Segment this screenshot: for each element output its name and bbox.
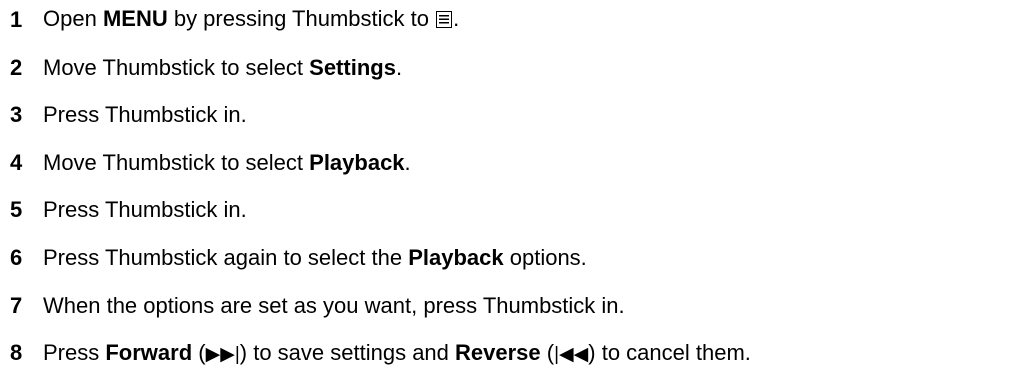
text-run: ) to save settings and bbox=[239, 340, 456, 365]
text-run: options. bbox=[503, 245, 587, 270]
settings-term: Settings bbox=[309, 55, 396, 80]
step-number: 8 bbox=[10, 340, 23, 365]
reverse-term: Reverse bbox=[455, 340, 541, 365]
step-number: 5 bbox=[10, 197, 23, 222]
step-4: 4 Move Thumbstick to select Playback. bbox=[0, 143, 411, 183]
step-text: Move Thumbstick to select Settings. bbox=[43, 57, 402, 79]
text-run: Open bbox=[43, 6, 103, 31]
text-run: Move Thumbstick to select bbox=[43, 55, 310, 80]
step-number: 1 bbox=[10, 7, 23, 32]
instruction-steps: 1 Open MENU by pressing Thumbstick to . … bbox=[0, 0, 1017, 383]
text-run: When the options are set as you want, pr… bbox=[43, 293, 625, 318]
step-text: Move Thumbstick to select Playback. bbox=[43, 152, 411, 174]
step-6: 6 Press Thumbstick again to select the P… bbox=[0, 238, 587, 278]
step-number: 6 bbox=[10, 245, 23, 270]
step-text: Press Forward (▶▶|) to save settings and… bbox=[43, 340, 751, 365]
step-number: 7 bbox=[10, 293, 23, 318]
step-3: 3 Press Thumbstick in. bbox=[0, 95, 247, 135]
step-7: 7 When the options are set as you want, … bbox=[0, 286, 625, 326]
text-run: Move Thumbstick to select bbox=[43, 150, 310, 175]
text-run: Press Thumbstick in. bbox=[43, 102, 247, 127]
menu-term: MENU bbox=[102, 6, 168, 31]
text-run: Press Thumbstick again to select the bbox=[43, 245, 409, 270]
step-number: 4 bbox=[10, 150, 23, 175]
step-number: 2 bbox=[10, 55, 23, 80]
step-text: Press Thumbstick again to select the Pla… bbox=[43, 247, 587, 269]
step-text: Open MENU by pressing Thumbstick to . bbox=[43, 8, 459, 32]
step-number: 3 bbox=[10, 102, 23, 127]
step-2: 2 Move Thumbstick to select Settings. bbox=[0, 48, 402, 88]
text-run: ( bbox=[540, 340, 555, 365]
step-8: 8 Press Forward (▶▶|) to save settings a… bbox=[0, 333, 751, 373]
forward-term: Forward bbox=[105, 340, 193, 365]
text-run: . bbox=[453, 6, 460, 31]
text-run: ( bbox=[192, 340, 206, 365]
reverse-icon: |◀◀ bbox=[554, 344, 589, 365]
step-text: When the options are set as you want, pr… bbox=[43, 295, 625, 317]
forward-icon: ▶▶| bbox=[205, 344, 240, 365]
text-run: Press Thumbstick in. bbox=[43, 197, 247, 222]
text-run: by pressing Thumbstick to bbox=[167, 6, 436, 31]
text-run: ) to cancel them. bbox=[588, 340, 751, 365]
step-5: 5 Press Thumbstick in. bbox=[0, 190, 247, 230]
text-run: . bbox=[395, 55, 403, 80]
step-text: Press Thumbstick in. bbox=[43, 104, 247, 126]
step-1: 1 Open MENU by pressing Thumbstick to . bbox=[0, 0, 459, 40]
menu-list-icon bbox=[436, 10, 453, 32]
step-text: Press Thumbstick in. bbox=[43, 199, 247, 221]
text-run: Press bbox=[43, 340, 106, 365]
text-run: . bbox=[404, 150, 411, 175]
playback-term: Playback bbox=[408, 245, 504, 270]
playback-term: Playback bbox=[309, 150, 405, 175]
